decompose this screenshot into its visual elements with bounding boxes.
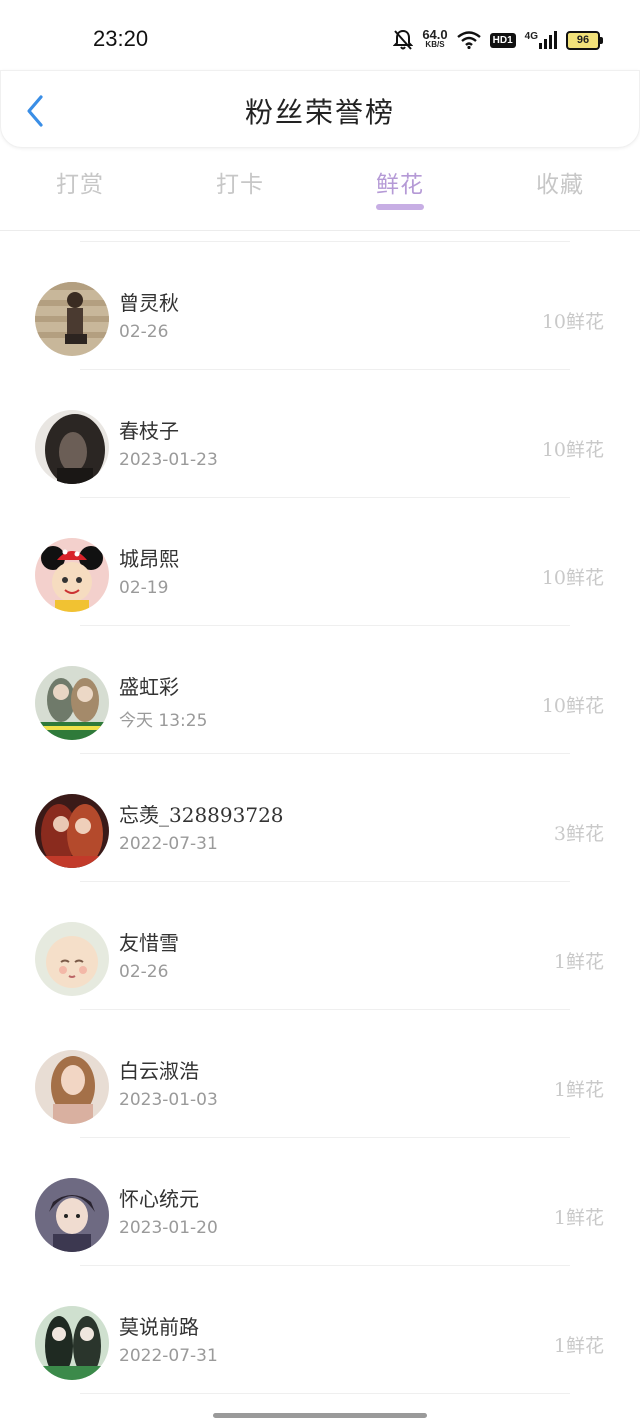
fan-row[interactable]: 莫说前路 2022-07-31 1鲜花 — [0, 1266, 640, 1394]
flower-count: 3鲜花 — [553, 823, 604, 845]
fan-name: 莫说前路 — [119, 1315, 199, 1339]
fan-date: 2023-01-23 — [119, 450, 218, 470]
fan-row[interactable]: 春枝子 2023-01-23 10鲜花 — [0, 370, 640, 498]
network-speed-unit: KB/S — [425, 40, 445, 49]
fan-row[interactable]: 2023-01-03 — [0, 231, 640, 242]
fan-name: 友惜雪 — [119, 931, 179, 955]
fan-name: 城昂熙 — [119, 547, 179, 571]
tab-flowers[interactable]: 鲜花 — [320, 150, 480, 230]
hd-voice-badge: HD1 — [489, 32, 516, 48]
avatar — [35, 1306, 109, 1380]
fan-name: 春枝子 — [119, 419, 179, 443]
tab-label: 打赏 — [56, 172, 104, 198]
fan-name: 忘羡_328893728 — [119, 803, 284, 827]
flower-count: 10鲜花 — [541, 439, 604, 461]
fan-name: 怀心统元 — [119, 1187, 199, 1211]
fan-name: 白云淑浩 — [119, 1059, 199, 1083]
fan-date: 2022-07-31 — [119, 834, 218, 854]
network-speed-value: 64.0 — [422, 27, 448, 42]
tab-label: 鲜花 — [376, 172, 424, 198]
avatar — [35, 538, 109, 612]
tab-checkin[interactable]: 打卡 — [160, 150, 320, 230]
flower-count: 1鲜花 — [553, 1207, 604, 1229]
tab-reward[interactable]: 打赏 — [0, 150, 160, 230]
home-indicator[interactable] — [213, 1413, 427, 1418]
flower-count: 1鲜花 — [553, 1335, 604, 1357]
fan-list: 2023-01-03 曾灵秋 02-26 10鲜花 春枝子 2023-01-23… — [0, 231, 640, 1394]
avatar — [35, 794, 109, 868]
top-header: 粉丝荣誉榜 — [0, 70, 640, 148]
avatar — [35, 1050, 109, 1124]
fan-row[interactable]: 怀心统元 2023-01-20 1鲜花 — [0, 1138, 640, 1266]
flower-count: 10鲜花 — [541, 695, 604, 717]
fan-date: 2023-01-20 — [119, 1218, 218, 1238]
status-time: 23:20 — [93, 26, 149, 51]
tab-bar: 打赏 打卡 鲜花 收藏 — [0, 150, 640, 230]
page-title: 粉丝荣誉榜 — [244, 96, 395, 129]
fan-date: 今天 13:25 — [119, 711, 208, 731]
fan-list-viewport[interactable]: 2023-01-03 曾灵秋 02-26 10鲜花 春枝子 2023-01-23… — [0, 231, 640, 1422]
fan-row[interactable]: 忘羡_328893728 2022-07-31 3鲜花 — [0, 754, 640, 882]
flower-count: 1鲜花 — [553, 1079, 604, 1101]
cell-signal-label: 4G — [524, 31, 538, 42]
cell-signal: 4G — [525, 31, 557, 49]
fan-name: 盛虹彩 — [119, 675, 179, 699]
wifi-icon — [456, 31, 481, 49]
fan-date: 02-26 — [119, 962, 169, 982]
avatar — [35, 666, 109, 740]
status-icons: 64.0 KB/S HD1 4G 96 — [393, 26, 603, 54]
avatar — [35, 410, 109, 484]
battery-icon: 96 — [566, 30, 603, 50]
avatar — [35, 922, 109, 996]
flower-count: 10鲜花 — [541, 567, 604, 589]
avatar — [35, 1178, 109, 1252]
network-speed: 64.0 KB/S — [422, 27, 448, 50]
fan-date: 02-19 — [119, 578, 169, 598]
tab-active-indicator — [376, 204, 424, 210]
fan-row[interactable]: 盛虹彩 今天 13:25 10鲜花 — [0, 626, 640, 754]
tab-label: 收藏 — [536, 172, 584, 198]
tab-favorites[interactable]: 收藏 — [480, 150, 640, 230]
status-bar: 23:20 64.0 KB/S HD1 4G 96 — [0, 0, 640, 80]
bell-muted-icon — [393, 29, 414, 50]
fan-row[interactable]: 城昂熙 02-19 10鲜花 — [0, 498, 640, 626]
fan-row[interactable]: 白云淑浩 2023-01-03 1鲜花 — [0, 1010, 640, 1138]
avatar — [35, 282, 109, 356]
fan-date: 02-26 — [119, 322, 169, 342]
tab-label: 打卡 — [216, 172, 264, 198]
fan-date: 2022-07-31 — [119, 1346, 218, 1366]
fan-date: 2023-01-03 — [119, 1090, 218, 1110]
battery-level: 96 — [576, 34, 590, 46]
fan-row[interactable]: 友惜雪 02-26 1鲜花 — [0, 882, 640, 1010]
flower-count: 10鲜花 — [541, 311, 604, 333]
flower-count: 1鲜花 — [553, 951, 604, 973]
signal-bars-icon — [539, 31, 557, 49]
fan-name: 曾灵秋 — [119, 291, 179, 315]
fan-row[interactable]: 曾灵秋 02-26 10鲜花 — [0, 242, 640, 370]
